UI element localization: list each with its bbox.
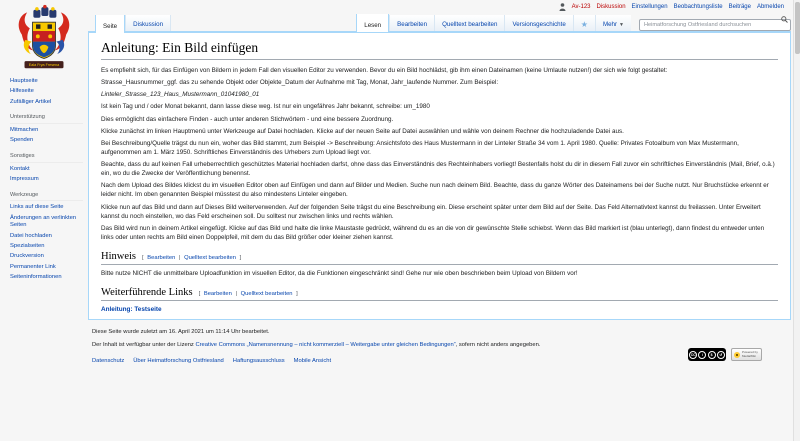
- license-link[interactable]: Creative Commons „Namensnennung – nicht …: [195, 342, 455, 348]
- view-tabs: Lesen Bearbeiten Quelltext bearbeiten Ve…: [356, 15, 791, 31]
- tab-quelltext-bearbeiten[interactable]: Quelltext bearbeiten: [434, 15, 504, 31]
- paragraph-intro: Es empfiehlt sich, für das Einfügen von …: [101, 66, 778, 75]
- search-input[interactable]: [639, 19, 791, 31]
- paragraph-benefit: Dies ermöglicht das einfachere Finden - …: [101, 115, 778, 124]
- tab-diskussion[interactable]: Diskussion: [125, 15, 171, 31]
- user-icon: [559, 3, 566, 11]
- paragraph-date-unknown: Ist kein Tag und / oder Monat bekannt, d…: [101, 102, 778, 111]
- license-text: Der Inhalt ist verfügbar unter der Lizen…: [92, 341, 682, 349]
- section-heading-weiterfuehrende-links: Weiterführende Links [ Bearbeiten | Quel…: [101, 287, 778, 301]
- tab-mehr[interactable]: Mehr ▼: [595, 15, 631, 31]
- edit-link[interactable]: Bearbeiten: [147, 255, 175, 261]
- cc-nc-icon: $: [708, 351, 716, 359]
- watch-star-icon[interactable]: ★: [573, 15, 595, 31]
- paragraph-reuse-image: Klicke nun auf das Bild und dann auf Die…: [101, 203, 778, 221]
- logo-motto: Eala Frya Fresena: [29, 63, 60, 67]
- sidebar-item-spenden[interactable]: Spenden: [10, 137, 83, 145]
- paragraph-copyright-warning: Beachte, dass du auf keinen Fall urheber…: [101, 160, 778, 178]
- bracket: ]: [240, 255, 242, 261]
- scrollbar-track[interactable]: [793, 0, 800, 441]
- pipe-separator: |: [179, 255, 181, 261]
- tab-lesen[interactable]: Lesen: [356, 14, 389, 32]
- sidebar-item-spezialseiten[interactable]: Spezialseiten: [10, 243, 83, 251]
- personal-link-beitraege[interactable]: Beiträge: [729, 4, 751, 10]
- edit-section-links: [ Bearbeiten | Quelltext bearbeiten ]: [199, 291, 298, 297]
- paragraph-insert-image: Nach dem Upload des Bildes klickst du im…: [101, 181, 778, 199]
- tab-seite[interactable]: Seite: [95, 15, 125, 33]
- sidebar-item-mitmachen[interactable]: Mitmachen: [10, 127, 83, 135]
- license-suffix: , sofern nicht anders angegeben.: [456, 342, 541, 348]
- page-title: Anleitung: Ein Bild einfügen: [101, 40, 778, 60]
- license-prefix: Der Inhalt ist verfügbar unter der Lizen…: [92, 342, 195, 348]
- search-icon[interactable]: [781, 16, 788, 23]
- sidebar-section-sonstiges: Sonstiges: [10, 153, 83, 163]
- tab-versionsgeschichte[interactable]: Versionsgeschichte: [504, 15, 572, 31]
- sidebar-item-permanenter-link[interactable]: Permanenter Link: [10, 264, 83, 272]
- paragraph-upload-steps: Klicke zunächst im linken Hauptmenü unte…: [101, 127, 778, 136]
- footer-link-datenschutz[interactable]: Datenschutz: [92, 357, 124, 365]
- edit-source-link[interactable]: Quelltext bearbeiten: [184, 255, 236, 261]
- sidebar-item-hauptseite[interactable]: Hauptseite: [10, 78, 83, 86]
- wiki-page: Eala Frya Fresena Hauptseite Hilfeseite …: [0, 0, 800, 441]
- search-box: [639, 13, 791, 31]
- content-area: Anleitung: Ein Bild einfügen Es empfiehl…: [88, 32, 791, 320]
- sidebar-item-hilfeseite[interactable]: Hilfeseite: [10, 88, 83, 96]
- footer: Diese Seite wurde zuletzt am 16. April 2…: [92, 328, 682, 365]
- mediawiki-flower-icon: [734, 352, 740, 358]
- powered-by-mediawiki-badge[interactable]: Powered by MediaWiki: [731, 348, 762, 361]
- namespace-tabs: Seite Diskussion: [95, 15, 171, 31]
- footer-badges: CC i $ ↺ Powered by MediaWiki: [688, 348, 762, 361]
- edit-link[interactable]: Bearbeiten: [204, 291, 232, 297]
- heading-text: Hinweis: [101, 251, 136, 262]
- paragraph-position-image: Das Bild wird nun in deinem Artikel eing…: [101, 224, 778, 242]
- paragraph-hinweis: Bitte nutze NICHT die unmittelbare Uploa…: [101, 269, 778, 278]
- sidebar: Eala Frya Fresena Hauptseite Hilfeseite …: [0, 0, 88, 284]
- site-logo-coat-of-arms-icon[interactable]: Eala Frya Fresena: [13, 4, 75, 74]
- personal-bar: Av-123 Diskussion Einstellungen Beobacht…: [559, 3, 784, 11]
- sidebar-item-aenderungen-an-verlinkten-seiten[interactable]: Änderungen an verlinkten Seiten: [10, 215, 83, 231]
- sidebar-item-druckversion[interactable]: Druckversion: [10, 253, 83, 261]
- edit-source-link[interactable]: Quelltext bearbeiten: [241, 291, 293, 297]
- cc-by-icon: i: [698, 351, 706, 359]
- pipe-separator: |: [236, 291, 238, 297]
- bracket: [: [142, 255, 144, 261]
- personal-link-beobachtungsliste[interactable]: Beobachtungsliste: [674, 4, 723, 10]
- cc-license-badge-icon[interactable]: CC i $ ↺: [688, 348, 726, 361]
- bracket: [: [199, 291, 201, 297]
- tab-bearbeiten[interactable]: Bearbeiten: [389, 15, 434, 31]
- paragraph-description-source: Bei Beschreibung/Quelle trägst du nun ei…: [101, 139, 778, 157]
- sidebar-item-datei-hochladen[interactable]: Datei hochladen: [10, 233, 83, 241]
- sidebar-item-seiteninformationen[interactable]: Seiteninformationen: [10, 274, 83, 282]
- footer-link-mobile-ansicht[interactable]: Mobile Ansicht: [294, 357, 331, 365]
- sidebar-item-zufaelliger-artikel[interactable]: Zufälliger Artikel: [10, 99, 83, 107]
- personal-link-abmelden[interactable]: Abmelden: [757, 4, 784, 10]
- mediawiki-badge-label: Powered by MediaWiki: [742, 351, 759, 358]
- cc-icon: CC: [689, 351, 697, 359]
- last-modified-text: Diese Seite wurde zuletzt am 16. April 2…: [92, 328, 682, 336]
- paragraph-filename-example: Linteler_Strasse_123_Haus_Mustermann_010…: [101, 90, 778, 99]
- paragraph-naming-scheme: Strasse_Hausnummer_ggf. das zu sehende O…: [101, 78, 778, 87]
- personal-link-einstellungen[interactable]: Einstellungen: [632, 4, 668, 10]
- sidebar-item-links-auf-diese-seite[interactable]: Links auf diese Seite: [10, 204, 83, 212]
- personal-link-diskussion[interactable]: Diskussion: [597, 4, 626, 10]
- footer-link-ueber[interactable]: Über Heimatforschung Ostfriesland: [133, 357, 224, 365]
- footer-links: Datenschutz Über Heimatforschung Ostfrie…: [92, 357, 682, 365]
- username-link[interactable]: Av-123: [572, 4, 591, 10]
- sidebar-item-impressum[interactable]: Impressum: [10, 176, 83, 184]
- sidebar-section-unterstuetzung: Unterstützung: [10, 114, 83, 124]
- chevron-down-icon: ▼: [619, 22, 624, 28]
- footer-link-haftungsausschluss[interactable]: Haftungsausschluss: [233, 357, 285, 365]
- heading-text: Weiterführende Links: [101, 287, 193, 298]
- tab-bar: Seite Diskussion Lesen Bearbeiten Quellt…: [88, 15, 791, 32]
- cc-sa-icon: ↺: [717, 351, 725, 359]
- section-heading-hinweis: Hinweis [ Bearbeiten | Quelltext bearbei…: [101, 251, 778, 265]
- edit-section-links: [ Bearbeiten | Quelltext bearbeiten ]: [142, 255, 241, 261]
- sidebar-nav: Hauptseite Hilfeseite Zufälliger Artikel…: [0, 78, 88, 282]
- scrollbar-thumb[interactable]: [795, 2, 800, 54]
- bracket: ]: [296, 291, 298, 297]
- sidebar-section-werkzeuge: Werkzeuge: [10, 192, 83, 202]
- link-anleitung-testseite[interactable]: Anleitung: Testseite: [101, 306, 162, 313]
- sidebar-item-kontakt[interactable]: Kontakt: [10, 166, 83, 174]
